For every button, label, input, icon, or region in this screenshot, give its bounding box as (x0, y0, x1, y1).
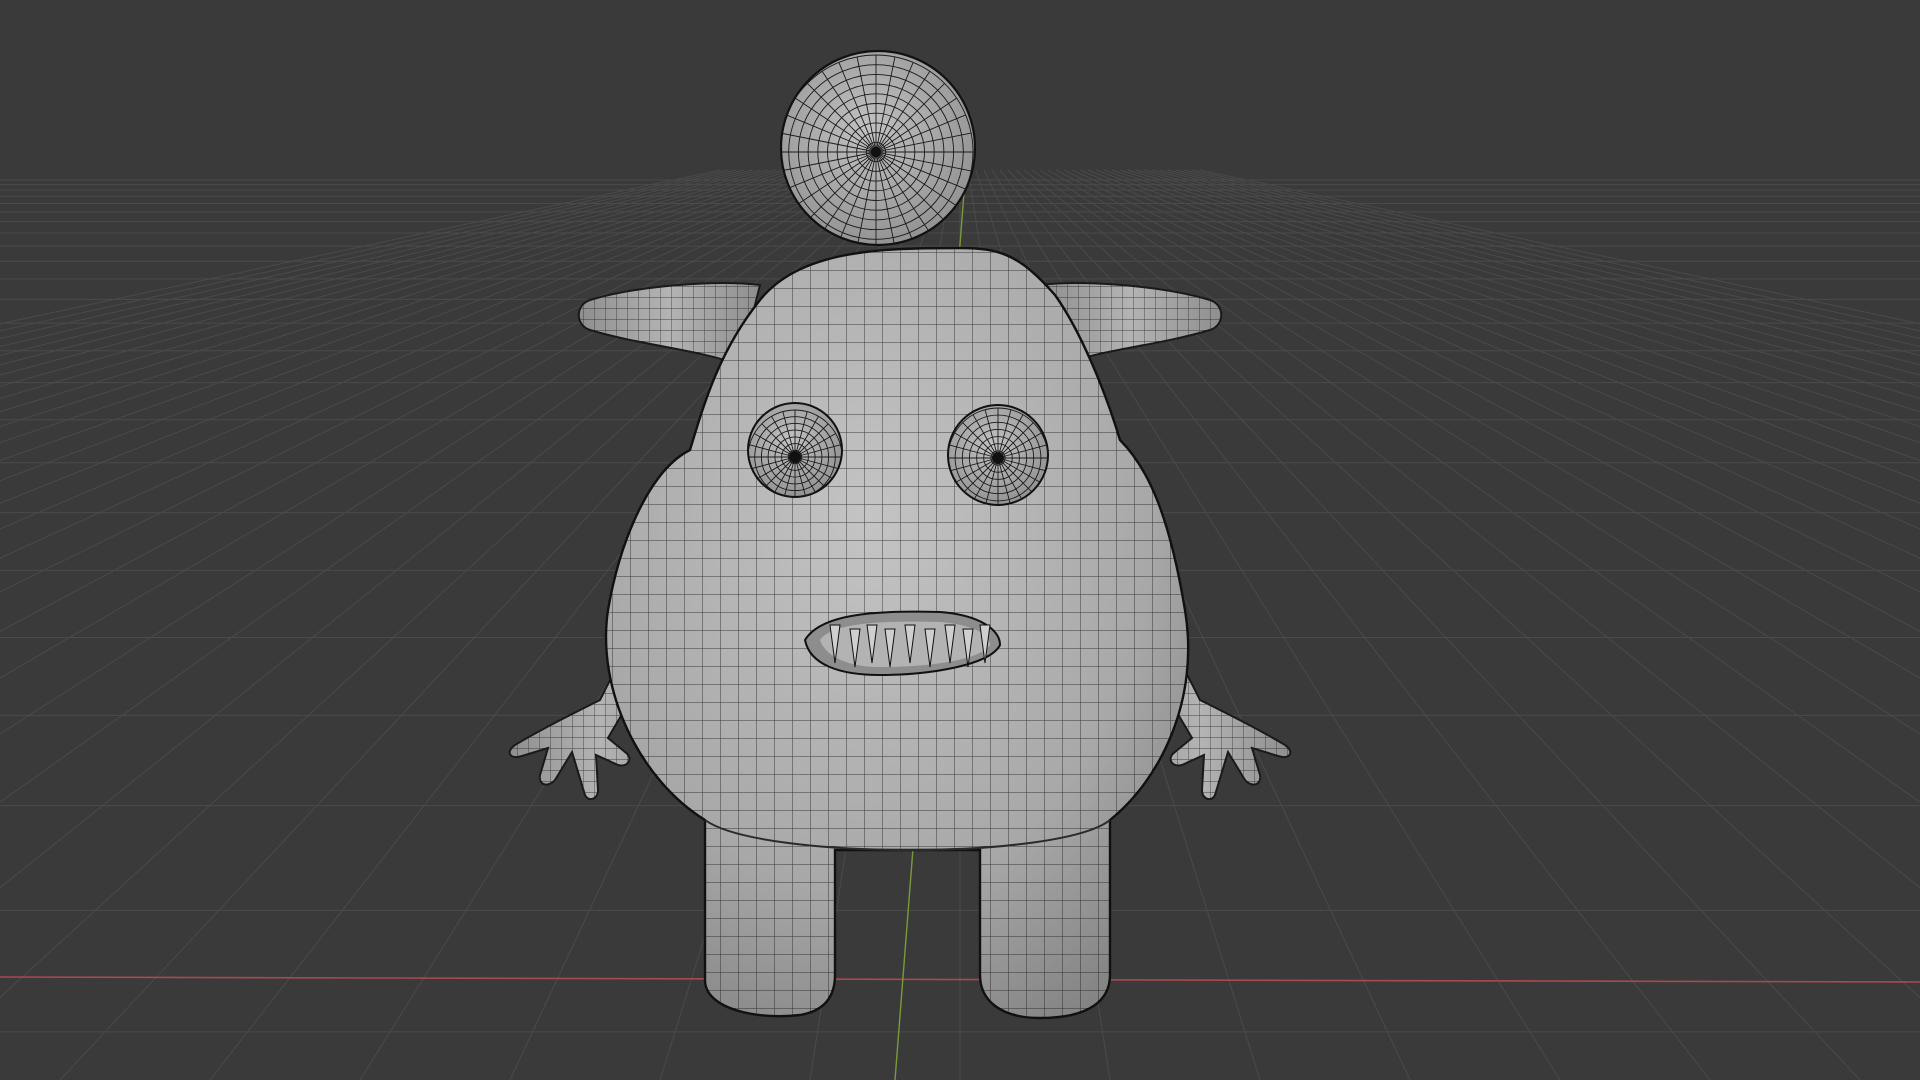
3d-viewport[interactable] (0, 0, 1920, 1080)
grid-line (1111, 169, 1920, 444)
grid-line (1119, 169, 1920, 427)
grid-line (1159, 169, 1920, 366)
grid-line (1191, 169, 1920, 332)
grid-line (1127, 169, 1920, 413)
head-ball[interactable] (779, 49, 977, 249)
grid-line (1143, 169, 1920, 387)
grid-line (1151, 169, 1920, 376)
grid-line (1103, 169, 1920, 462)
viewport-canvas[interactable] (0, 0, 1920, 1080)
grid-line (1167, 169, 1920, 356)
